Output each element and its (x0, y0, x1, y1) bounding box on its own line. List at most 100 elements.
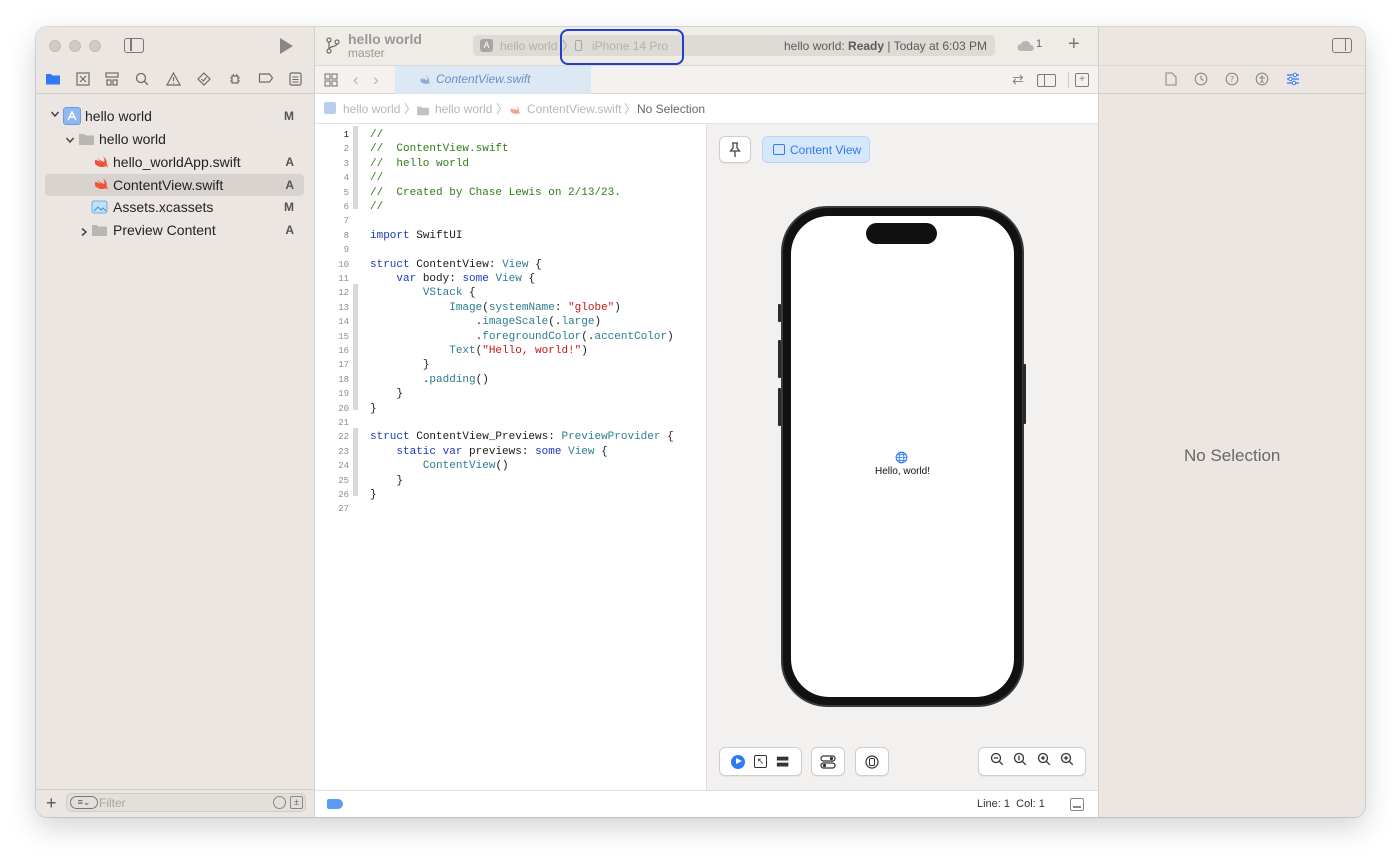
code-line[interactable]: 15 .foregroundColor(.accentColor) (315, 330, 705, 344)
code-line[interactable]: 22 struct ContentView_Previews: PreviewPr… (315, 430, 705, 444)
code-line[interactable]: 13 Image(systemName: "globe") (315, 301, 705, 315)
attributes-inspector-icon[interactable] (1286, 72, 1300, 91)
refresh-icon[interactable]: ⇄ (1012, 71, 1024, 88)
device-settings-button[interactable] (811, 747, 845, 776)
code-line[interactable]: 4 // (315, 171, 705, 185)
code-line[interactable]: 16 Text("Hello, world!") (315, 344, 705, 358)
code-line[interactable]: 26} (315, 488, 705, 502)
code-line[interactable]: 20} (315, 402, 705, 416)
code-line[interactable]: 14 .imageScale(.large) (315, 315, 705, 329)
minimize-window-button[interactable] (69, 40, 81, 52)
code-line[interactable]: 3 // hello world (315, 157, 705, 171)
close-window-button[interactable] (49, 40, 61, 52)
run-icon[interactable] (280, 38, 293, 54)
selectable-mode-icon[interactable]: ↖ (753, 755, 767, 768)
breakpoints-toggle-icon[interactable] (327, 799, 343, 809)
tree-item-group[interactable]: hello world (45, 129, 304, 151)
line-number: 9 (343, 245, 349, 256)
code-line[interactable]: 7 (315, 214, 705, 228)
code-line[interactable]: 19 } (315, 387, 705, 401)
device-select-button[interactable] (855, 747, 889, 776)
recent-files-icon[interactable] (273, 796, 286, 809)
chevron-right-icon[interactable] (79, 224, 89, 240)
chevron-down-icon[interactable] (50, 109, 60, 122)
code-line[interactable]: 23 static var previews: some View { (315, 445, 705, 459)
tree-item-assets[interactable]: Assets.xcassets M (45, 197, 304, 219)
code-line[interactable]: 24 ContentView() (315, 459, 705, 473)
code-line[interactable]: 25 } (315, 474, 705, 488)
code-line[interactable]: 9 (315, 243, 705, 257)
debug-area-toggle-icon[interactable] (1070, 798, 1084, 811)
inspector-tabs: ? (1099, 65, 1365, 94)
inspector-toggle-icon[interactable] (1332, 38, 1352, 53)
code-token: } (370, 402, 377, 415)
code-line[interactable]: 27 (315, 502, 705, 516)
search-icon[interactable] (135, 72, 153, 90)
zoom-out-icon[interactable] (990, 752, 1004, 771)
add-icon[interactable]: + (1068, 33, 1080, 55)
code-line[interactable]: 21 (315, 416, 705, 430)
debug-navigator-icon[interactable] (228, 72, 246, 90)
navigator-sidebar: hello world M hello world hello_worldApp… (36, 27, 315, 817)
tab-contentview[interactable]: ContentView.swift (395, 66, 591, 94)
editor-options-icon[interactable] (1037, 74, 1056, 87)
zoom-window-button[interactable] (89, 40, 101, 52)
line-number: 12 (338, 288, 349, 299)
warning-icon[interactable] (165, 71, 184, 90)
sidebar-toggle-icon[interactable] (124, 38, 144, 53)
history-inspector-icon[interactable] (1194, 72, 1208, 91)
breakpoint-navigator-icon[interactable] (258, 72, 276, 90)
code-token: { (528, 273, 536, 285)
breadcrumb-item[interactable]: hello world (343, 102, 400, 116)
code-line[interactable]: 17 } (315, 358, 705, 372)
related-items-icon[interactable] (324, 73, 338, 92)
add-icon[interactable]: + (46, 794, 57, 812)
tree-item-file-selected[interactable]: ContentView.swift A (45, 174, 304, 196)
toolbar: hello world master A hello world 〉 iPhon… (315, 27, 1098, 65)
breadcrumb-item[interactable]: No Selection (637, 102, 705, 116)
cloud-icon[interactable] (1017, 39, 1035, 57)
tree-item-file[interactable]: hello_worldApp.swift A (45, 152, 304, 174)
code-line[interactable]: 1 // (315, 128, 705, 142)
breadcrumb-item[interactable]: hello world (435, 102, 492, 116)
code-line[interactable]: 10 struct ContentView: View { (315, 258, 705, 272)
variants-icon[interactable]: ■■■ ■■■ (776, 754, 790, 768)
chevron-down-icon[interactable] (65, 132, 75, 148)
back-icon[interactable]: ‹ (353, 70, 359, 90)
file-inspector-icon[interactable] (1165, 72, 1177, 91)
breadcrumb-item[interactable]: ContentView.swift (527, 102, 622, 116)
filter-field[interactable]: ≡⌄ Filter ± (66, 793, 306, 812)
symbol-navigator-icon[interactable] (105, 72, 123, 90)
code-token: : (554, 301, 562, 314)
line-number: 7 (343, 216, 349, 227)
add-editor-icon[interactable]: + (1075, 73, 1089, 87)
tree-item-project[interactable]: hello world M (45, 106, 304, 128)
zoom-actual-icon[interactable] (1013, 752, 1027, 771)
code-line[interactable]: 5 // Created by Chase Lewis on 2/13/23. (315, 186, 705, 200)
content-view-chip[interactable]: Content View (762, 136, 870, 163)
folder-icon[interactable] (45, 72, 63, 90)
live-preview-icon[interactable] (730, 754, 745, 769)
code-line[interactable]: 6 // (315, 200, 705, 214)
zoom-fit-icon[interactable] (1037, 752, 1051, 771)
test-navigator-icon[interactable] (197, 72, 215, 90)
accessibility-inspector-icon[interactable] (1255, 72, 1269, 91)
source-control-icon[interactable] (76, 72, 94, 90)
code-editor[interactable]: 1//2// ContentView.swift 3// hello world 4… (315, 124, 706, 790)
code-line[interactable]: 12 VStack { (315, 286, 705, 300)
filter-input[interactable]: Filter (99, 796, 126, 810)
branch-name[interactable]: master (348, 46, 385, 60)
code-line[interactable]: 2 // ContentView.swift (315, 142, 705, 156)
code-line[interactable]: 18 .padding() (315, 373, 705, 387)
code-line[interactable]: 8 import SwiftUI (315, 229, 705, 243)
scheme-selector[interactable]: hello world (500, 39, 557, 53)
forward-icon[interactable]: › (373, 70, 379, 90)
filter-options-icon[interactable]: ≡⌄ (70, 796, 98, 809)
report-navigator-icon[interactable] (289, 72, 307, 90)
pin-button[interactable] (719, 136, 751, 163)
tree-item-preview-content[interactable]: Preview Content A (45, 220, 304, 242)
help-inspector-icon[interactable]: ? (1225, 72, 1239, 91)
source-control-filter-icon[interactable]: ± (290, 796, 303, 809)
zoom-in-icon[interactable] (1060, 752, 1074, 771)
code-line[interactable]: 11 var body: some View { (315, 272, 705, 286)
